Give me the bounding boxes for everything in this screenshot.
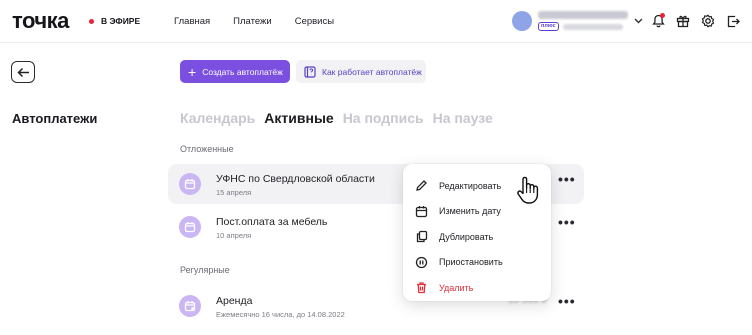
calendar-icon — [179, 173, 201, 195]
more-options-icon[interactable]: ••• — [558, 172, 576, 186]
hand-cursor-icon — [515, 175, 541, 210]
trash-icon — [414, 281, 428, 295]
menu-item-duplicate[interactable]: Дублировать — [403, 224, 551, 250]
section-label-deferred: Отложенные — [180, 144, 234, 154]
payment-title: УФНС по Свердловской области — [216, 173, 375, 185]
payment-schedule: Ежемесячно 16 числа, до 14.08.2022 — [216, 310, 345, 319]
help-book-icon — [304, 65, 316, 78]
menu-item-label: Дублировать — [439, 231, 494, 242]
page-title: Автоплатежи — [12, 111, 98, 126]
arrow-left-icon — [16, 67, 29, 77]
user-info: плюс — [538, 11, 630, 31]
tab-active[interactable]: Активные — [264, 110, 333, 126]
copy-icon — [414, 230, 428, 244]
calendar-repeat-icon — [179, 295, 201, 317]
calendar-icon — [414, 204, 428, 218]
live-indicator[interactable]: В ЭФИРЕ — [89, 16, 140, 26]
payment-title: Пост.оплата за мебель — [216, 216, 328, 228]
more-options-icon[interactable]: ••• — [558, 215, 576, 229]
tab-calendar[interactable]: Календарь — [180, 110, 255, 126]
notification-dot — [660, 13, 665, 18]
pause-icon — [414, 255, 428, 269]
back-button[interactable] — [11, 61, 35, 83]
user-menu[interactable]: плюс — [512, 11, 643, 31]
tab-paused[interactable]: На паузе — [433, 110, 493, 126]
menu-item-label: Редактировать — [439, 180, 502, 191]
live-dot-icon — [89, 18, 94, 24]
how-it-works-button[interactable]: Как работает автоплатёж — [296, 60, 426, 83]
avatar — [512, 11, 532, 31]
status-tabs: Календарь Активные На подпись На паузе — [180, 110, 493, 126]
logout-icon[interactable] — [725, 13, 741, 29]
create-autopayment-button[interactable]: + Создать автоплатёж — [180, 60, 290, 83]
menu-item-label: Изменить дату — [439, 206, 501, 217]
gear-icon[interactable] — [700, 13, 716, 29]
nav-item-services[interactable]: Сервисы — [295, 16, 334, 27]
live-label: В ЭФИРЕ — [101, 16, 141, 26]
payment-title: Аренда — [216, 295, 253, 307]
plus-icon: + — [188, 63, 197, 80]
menu-item-delete[interactable]: Удалить — [403, 275, 551, 301]
gift-icon[interactable] — [675, 13, 691, 29]
create-autopayment-label: Создать автоплатёж — [202, 66, 283, 77]
chevron-down-icon — [634, 16, 643, 26]
nav-item-payments[interactable]: Платежи — [233, 16, 272, 27]
pencil-icon — [414, 179, 428, 193]
nav-item-home[interactable]: Главная — [174, 16, 210, 27]
top-bar: точка В ЭФИРЕ Главная Платежи Сервисы пл… — [0, 0, 752, 43]
menu-item-label: Удалить — [439, 282, 474, 293]
tab-to-sign[interactable]: На подпись — [343, 110, 424, 126]
payment-date: 10 апреля — [216, 231, 252, 240]
how-it-works-label: Как работает автоплатёж — [322, 66, 422, 77]
payment-date: 15 апреля — [216, 188, 252, 197]
more-options-icon[interactable]: ••• — [558, 294, 576, 308]
user-company-blurred — [562, 23, 623, 30]
main-nav: Главная Платежи Сервисы — [174, 16, 334, 27]
menu-item-label: Приостановить — [439, 257, 503, 268]
menu-item-pause[interactable]: Приостановить — [403, 250, 551, 276]
logo[interactable]: точка — [12, 8, 69, 34]
section-label-regular: Регулярные — [180, 265, 230, 275]
calendar-icon — [179, 216, 201, 238]
user-name-blurred — [538, 11, 628, 19]
plan-badge: плюс — [538, 22, 559, 31]
bell-icon[interactable] — [650, 13, 666, 29]
